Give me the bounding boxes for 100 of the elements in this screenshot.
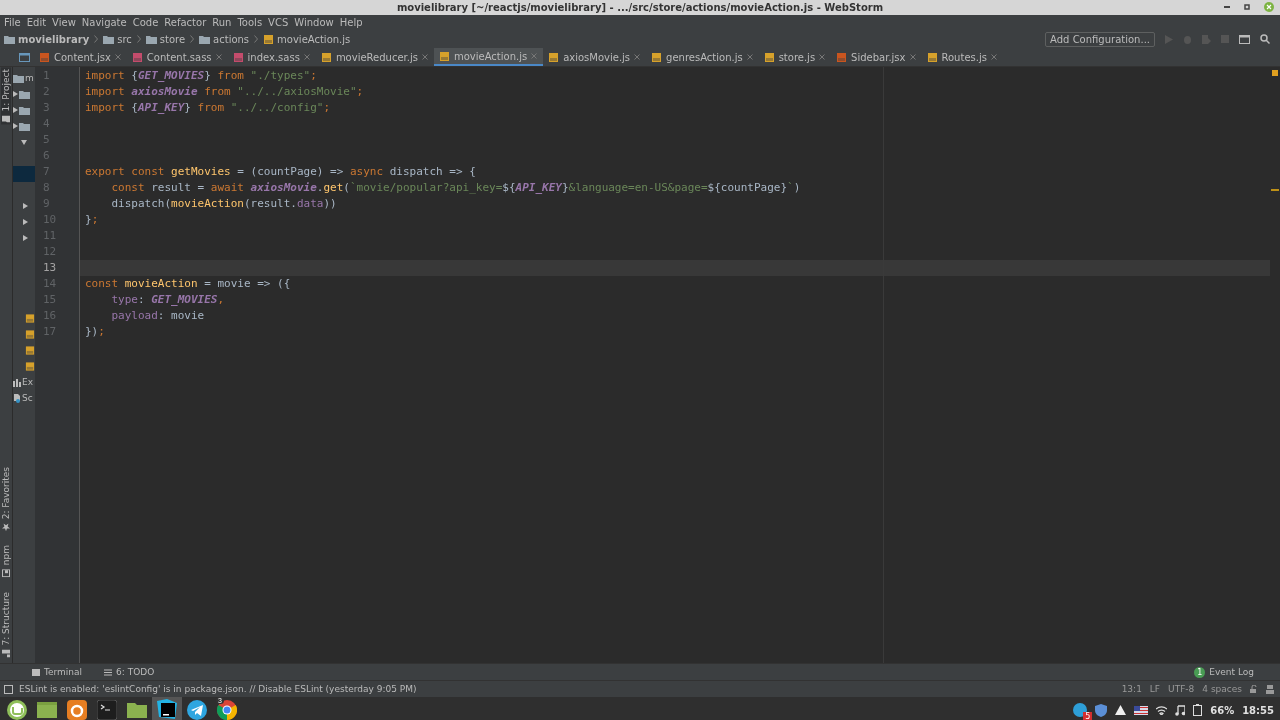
- close-icon[interactable]: [746, 54, 753, 60]
- tray-app-icon[interactable]: [1073, 703, 1088, 717]
- code-line: payload: movie: [110, 308, 206, 324]
- scratch-icon: [13, 393, 21, 403]
- close-icon[interactable]: [215, 54, 222, 60]
- close-icon[interactable]: [114, 54, 121, 60]
- flag-icon[interactable]: [1134, 705, 1149, 715]
- menu-item[interactable]: Code: [132, 17, 159, 28]
- editor-tab[interactable]: Content.sass: [126, 48, 228, 66]
- status-icon[interactable]: [4, 684, 13, 694]
- terminal-icon: [32, 668, 40, 676]
- editor-tab[interactable]: movieAction.js: [433, 48, 544, 66]
- menu-item[interactable]: VCS: [268, 17, 289, 28]
- tree-item[interactable]: Ex: [13, 374, 35, 390]
- list-icon: [104, 668, 113, 676]
- tool-window-button[interactable]: 1: Project: [1, 67, 11, 125]
- file-icon: [763, 51, 775, 63]
- window-icon: [36, 701, 58, 719]
- npm-icon: [2, 569, 10, 578]
- close-icon[interactable]: [909, 54, 916, 60]
- folder-icon: [199, 34, 211, 44]
- terminal-window-icon[interactable]: [1239, 34, 1250, 44]
- close-icon[interactable]: [303, 54, 310, 60]
- breadcrumb-item[interactable]: store: [159, 33, 186, 45]
- mint-logo-icon: [6, 699, 28, 720]
- code-line: const movieAction = movie => ({: [84, 276, 292, 292]
- structure-icon: [2, 649, 10, 657]
- tool-window-button[interactable]: Terminal: [26, 666, 89, 678]
- menu-item[interactable]: Navigate: [81, 17, 127, 28]
- status-item[interactable]: UTF-8: [1168, 684, 1195, 694]
- status-item[interactable]: 4 spaces: [1202, 684, 1242, 694]
- expand-arrow-icon[interactable]: [23, 235, 28, 241]
- status-item[interactable]: LF: [1149, 684, 1161, 694]
- add-configuration-button[interactable]: Add Configuration...: [1045, 31, 1155, 47]
- chevron-icon: [190, 35, 195, 43]
- editor-tab[interactable]: genresAction.js: [646, 48, 759, 66]
- menu-item[interactable]: Run: [212, 17, 232, 28]
- tool-window-button[interactable]: 6: TODO: [98, 666, 161, 678]
- chevron-icon: [254, 35, 259, 43]
- breadcrumb-item[interactable]: movieAction.js: [277, 33, 351, 45]
- file-icon: [232, 51, 244, 63]
- folder-icon: [103, 34, 115, 44]
- warning-icon[interactable]: [1115, 705, 1127, 715]
- shield-icon[interactable]: [1095, 703, 1108, 717]
- event-log-button[interactable]: 1 Event Log: [1188, 665, 1260, 679]
- editor-tab[interactable]: movieReducer.js: [315, 48, 434, 66]
- lock-icon[interactable]: [1250, 685, 1258, 693]
- expand-arrow-icon[interactable]: [23, 203, 28, 209]
- file-icon: [926, 51, 938, 63]
- close-icon[interactable]: [990, 54, 997, 60]
- expand-arrow-icon[interactable]: [13, 91, 18, 97]
- tool-window-button[interactable]: 7: Structure: [1, 589, 11, 659]
- close-icon[interactable]: [1264, 2, 1274, 12]
- status-item[interactable]: 13:1: [1121, 684, 1142, 694]
- expand-arrow-icon[interactable]: [23, 219, 28, 225]
- wifi-icon[interactable]: [1156, 705, 1168, 715]
- folder-icon: [19, 89, 30, 99]
- menu-item[interactable]: Help: [339, 17, 363, 28]
- breadcrumb-item[interactable]: movielibrary: [18, 33, 90, 45]
- library-icon: [13, 377, 21, 387]
- folder-icon: [13, 73, 24, 83]
- tool-window-button[interactable]: 2: Favorites: [1, 465, 11, 534]
- restore-icon[interactable]: [1244, 4, 1250, 10]
- search-icon[interactable]: [1260, 34, 1270, 44]
- editor-tab[interactable]: axiosMovie.js: [543, 48, 647, 66]
- music-icon[interactable]: [1175, 704, 1186, 716]
- menu-item[interactable]: View: [52, 17, 76, 28]
- menu-item[interactable]: Tools: [237, 17, 263, 28]
- editor-tab[interactable]: store.js: [758, 48, 832, 66]
- clock[interactable]: 18:55: [1242, 704, 1274, 716]
- code-line: import {API_KEY} from "../../config";: [84, 100, 332, 116]
- code-line: dispatch(movieAction(result.data)): [110, 196, 338, 212]
- close-icon[interactable]: [819, 54, 826, 60]
- tool-window-button[interactable]: npm: [1, 543, 11, 580]
- close-icon[interactable]: [421, 54, 428, 60]
- folder-icon: [2, 115, 10, 123]
- editor-tab[interactable]: Routes.js: [921, 48, 1003, 66]
- editor-tab[interactable]: Sidebar.jsx: [831, 48, 922, 66]
- expand-arrow-icon[interactable]: [13, 123, 18, 129]
- firefox-icon: [67, 700, 87, 720]
- battery-icon[interactable]: [1193, 704, 1203, 716]
- menu-item[interactable]: Edit: [26, 17, 47, 28]
- folder-icon: [19, 121, 30, 131]
- collapse-arrow-icon[interactable]: [21, 139, 27, 145]
- editor-tab[interactable]: index.sass: [227, 48, 316, 66]
- close-icon[interactable]: [634, 54, 641, 60]
- folder-icon: [145, 34, 157, 44]
- tree-item[interactable]: m: [13, 70, 35, 86]
- code-line: import {GET_MOVIES} from "./types";: [84, 68, 318, 84]
- menu-item[interactable]: File: [4, 17, 21, 28]
- editor-tab[interactable]: Content.jsx: [34, 48, 127, 66]
- breadcrumb-item[interactable]: actions: [213, 33, 250, 45]
- editor-window-icon[interactable]: [19, 52, 30, 62]
- inspector-icon[interactable]: [1266, 684, 1274, 694]
- tree-item[interactable]: Sc: [13, 390, 35, 406]
- taskbar-app[interactable]: [152, 697, 182, 720]
- expand-arrow-icon[interactable]: [13, 107, 18, 113]
- breadcrumb-item[interactable]: src: [117, 33, 132, 45]
- menu-item[interactable]: Window: [294, 17, 334, 28]
- menu-item[interactable]: Refactor: [164, 17, 207, 28]
